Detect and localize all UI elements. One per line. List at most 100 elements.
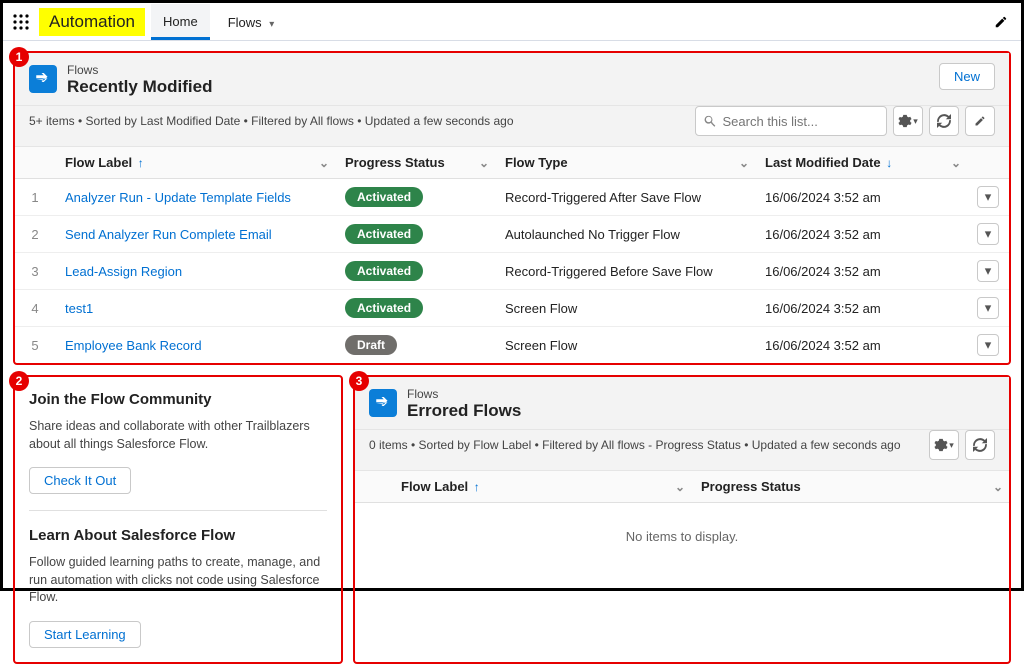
status-badge: Activated [345, 187, 423, 207]
gear-icon [898, 114, 912, 128]
flow-type-cell: Screen Flow [495, 327, 755, 364]
errored-table: Flow Label ↑ ⌄ Progress Status ⌄ [355, 471, 1009, 503]
sidepanel-card: 2 Join the Flow Community Share ideas an… [13, 375, 343, 664]
last-modified-cell: 16/06/2024 3:52 am [755, 327, 967, 364]
col-flow-type[interactable]: Flow Type ⌄ [495, 147, 755, 179]
col-rownum [355, 471, 391, 503]
errored-eyebrow: Flows [407, 387, 995, 401]
flow-type-cell: Screen Flow [495, 290, 755, 327]
row-number: 4 [15, 290, 55, 327]
flow-type-cell: Record-Triggered After Save Flow [495, 179, 755, 216]
row-actions-button[interactable]: ▾ [977, 297, 999, 319]
callout-badge-3: 3 [349, 371, 369, 391]
recent-table: Flow Label ↑ ⌄ Progress Status ⌄ Flow Ty… [15, 147, 1009, 363]
row-number: 1 [15, 179, 55, 216]
chevron-down-icon[interactable]: ⌄ [319, 156, 329, 170]
chevron-down-icon: ▾ [913, 116, 918, 127]
errored-subline: 0 items • Sorted by Flow Label • Filtere… [355, 430, 1009, 471]
new-button[interactable]: New [939, 63, 995, 90]
chevron-down-icon[interactable]: ⌄ [675, 480, 685, 494]
flow-type-cell: Record-Triggered Before Save Flow [495, 253, 755, 290]
col-progress-status-err[interactable]: Progress Status ⌄ [691, 471, 1009, 503]
errored-meta: 0 items • Sorted by Flow Label • Filtere… [369, 438, 901, 452]
tab-flows-label: Flows [228, 15, 262, 30]
status-badge: Draft [345, 335, 397, 355]
row-number: 3 [15, 253, 55, 290]
status-badge: Activated [345, 261, 423, 281]
col-last-modified-text: Last Modified Date [765, 155, 881, 170]
flow-label-link[interactable]: Employee Bank Record [65, 338, 202, 353]
tab-home[interactable]: Home [151, 4, 210, 40]
errored-refresh-button[interactable] [965, 430, 995, 460]
flow-label-link[interactable]: Send Analyzer Run Complete Email [65, 227, 272, 242]
app-launcher-icon[interactable] [9, 10, 33, 34]
refresh-icon [973, 438, 987, 452]
recent-title: Recently Modified [67, 77, 929, 97]
chevron-down-icon[interactable]: ⌄ [479, 156, 489, 170]
recent-subline: 5+ items • Sorted by Last Modified Date … [15, 106, 1009, 147]
chevron-down-icon[interactable]: ⌄ [951, 156, 961, 170]
divider [29, 510, 327, 511]
edit-page-button[interactable] [987, 8, 1015, 36]
flow-icon [369, 389, 397, 417]
row-actions-button[interactable]: ▾ [977, 223, 999, 245]
chevron-down-icon: ▾ [269, 19, 274, 30]
recent-eyebrow: Flows [67, 63, 929, 77]
learn-body: Follow guided learning paths to create, … [29, 554, 327, 607]
col-last-modified[interactable]: Last Modified Date ↓ ⌄ [755, 147, 967, 179]
search-icon [704, 114, 717, 128]
chevron-down-icon[interactable]: ⌄ [739, 156, 749, 170]
flow-label-link[interactable]: test1 [65, 301, 93, 316]
callout-badge-2: 2 [9, 371, 29, 391]
row-actions-button[interactable]: ▾ [977, 260, 999, 282]
row-actions-button[interactable]: ▾ [977, 334, 999, 356]
table-row: 4 test1 Activated Screen Flow16/06/2024 3:5… [15, 290, 1009, 327]
col-flow-type-text: Flow Type [505, 155, 568, 170]
chevron-down-icon[interactable]: ⌄ [993, 480, 1003, 494]
col-flow-label-err-text: Flow Label [401, 479, 468, 494]
chevron-down-icon: ▾ [949, 440, 954, 451]
pencil-icon [974, 115, 986, 127]
page-body: 1 Flows Recently Modified New 5+ items •… [3, 41, 1021, 588]
col-flow-label-err[interactable]: Flow Label ↑ ⌄ [391, 471, 691, 503]
top-nav: Automation Home Flows ▾ [3, 3, 1021, 41]
app-name: Automation [39, 8, 145, 36]
row-actions-button[interactable]: ▾ [977, 186, 999, 208]
community-body: Share ideas and collaborate with other T… [29, 418, 327, 453]
search-box[interactable] [695, 106, 887, 136]
refresh-icon [937, 114, 951, 128]
list-settings-button[interactable]: ▾ [893, 106, 923, 136]
errored-title: Errored Flows [407, 401, 995, 421]
col-progress-status[interactable]: Progress Status ⌄ [335, 147, 495, 179]
last-modified-cell: 16/06/2024 3:52 am [755, 290, 967, 327]
status-badge: Activated [345, 224, 423, 244]
flow-label-link[interactable]: Analyzer Run - Update Template Fields [65, 190, 291, 205]
learn-title: Learn About Salesforce Flow [29, 527, 327, 544]
learn-cta-button[interactable]: Start Learning [29, 621, 141, 648]
errored-list-settings-button[interactable]: ▾ [929, 430, 959, 460]
edit-list-button[interactable] [965, 106, 995, 136]
community-cta-button[interactable]: Check It Out [29, 467, 131, 494]
flow-icon [29, 65, 57, 93]
sort-down-icon: ↓ [886, 156, 892, 170]
col-progress-status-text: Progress Status [345, 155, 445, 170]
errored-flows-card: 3 Flows Errored Flows 0 items • Sorted b… [353, 375, 1011, 664]
row-number: 5 [15, 327, 55, 364]
status-badge: Activated [345, 298, 423, 318]
last-modified-cell: 16/06/2024 3:52 am [755, 179, 967, 216]
recent-meta: 5+ items • Sorted by Last Modified Date … [29, 114, 514, 128]
table-row: 5 Employee Bank Record Draft Screen Flow16/… [15, 327, 1009, 364]
col-flow-label-text: Flow Label [65, 155, 132, 170]
refresh-button[interactable] [929, 106, 959, 136]
errored-empty-message: No items to display. [355, 503, 1009, 570]
row-number: 2 [15, 216, 55, 253]
gear-icon [934, 438, 948, 452]
col-rownum [15, 147, 55, 179]
flow-label-link[interactable]: Lead-Assign Region [65, 264, 182, 279]
last-modified-cell: 16/06/2024 3:52 am [755, 253, 967, 290]
callout-badge-1: 1 [9, 47, 29, 67]
community-title: Join the Flow Community [29, 391, 327, 408]
search-input[interactable] [723, 114, 878, 129]
tab-flows[interactable]: Flows ▾ [216, 5, 287, 38]
col-flow-label[interactable]: Flow Label ↑ ⌄ [55, 147, 335, 179]
